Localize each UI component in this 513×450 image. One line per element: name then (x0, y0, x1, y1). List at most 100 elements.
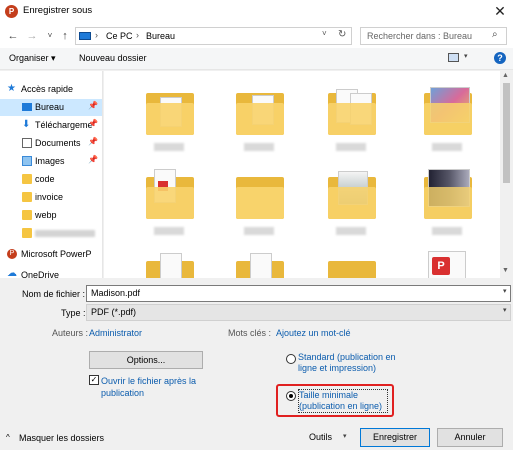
sidebar-item-documents[interactable]: Documents 📌 (0, 135, 102, 152)
tools-button[interactable]: Outils (309, 432, 332, 442)
download-icon: ⬇ (22, 119, 31, 130)
sidebar-item-label: Bureau (35, 102, 65, 112)
search-input[interactable]: Rechercher dans : Bureau ⌕ (360, 27, 507, 45)
open-after-publish-checkbox[interactable]: ✓ (89, 375, 99, 385)
scroll-down-icon[interactable]: ▼ (502, 267, 509, 274)
sidebar-item-label: webp (35, 210, 57, 220)
sidebar-item-images[interactable]: Images 📌 (0, 153, 102, 170)
back-arrow-icon[interactable]: ← (5, 28, 21, 44)
folder-icon (22, 192, 32, 202)
recent-locations-icon[interactable]: ˅ (42, 28, 58, 44)
sidebar-item-powerpoint[interactable]: P Microsoft PowerP (0, 246, 102, 263)
sidebar-item-label: Microsoft PowerP (21, 249, 92, 259)
hide-folders-button[interactable]: Masquer les dossiers (19, 433, 104, 443)
pdf-file-item[interactable]: P (418, 247, 478, 278)
forward-arrow-icon[interactable]: → (24, 28, 40, 44)
highlight-box (276, 384, 394, 417)
open-after-publish-label[interactable]: Ouvrir le fichier après la publication (101, 375, 211, 399)
type-label: Type : (61, 308, 86, 318)
sidebar-item-label: invoice (35, 192, 64, 202)
chevron-down-icon[interactable]: ▾ (464, 52, 468, 60)
chevron-down-icon[interactable]: ▾ (503, 306, 507, 314)
sidebar-item-label: Téléchargeme (35, 120, 93, 130)
sidebar-item-invoice[interactable]: invoice (0, 189, 102, 206)
radio-standard-label[interactable]: Standard (publication en ligne et impres… (298, 352, 398, 374)
chevron-up-icon[interactable]: ^ (6, 433, 10, 442)
pin-icon[interactable]: 📌 (88, 101, 98, 110)
folder-item[interactable] (140, 79, 200, 151)
sidebar-item-label: Accès rapide (21, 84, 74, 94)
desktop-icon (22, 103, 32, 111)
address-bar[interactable]: › Ce PC › Bureau ˅ ↻ (75, 27, 352, 45)
address-row: ← → ˅ ↑ › Ce PC › Bureau ˅ ↻ Rechercher … (0, 24, 513, 48)
cloud-icon: ☁ (7, 268, 17, 278)
sidebar-item-quick-access[interactable]: ★ Accès rapide (0, 81, 102, 98)
sidebar-item-bureau[interactable]: Bureau 📌 (0, 99, 102, 116)
new-folder-button[interactable]: Nouveau dossier (79, 53, 147, 63)
folder-item[interactable] (322, 79, 382, 151)
folder-item[interactable] (418, 79, 478, 151)
radio-standard[interactable] (286, 354, 296, 364)
scrollbar-thumb[interactable] (503, 83, 510, 183)
folder-item[interactable] (322, 247, 382, 278)
breadcrumb-this-pc[interactable]: Ce PC (106, 31, 133, 41)
folder-item[interactable] (230, 163, 290, 235)
folder-front (328, 187, 376, 219)
sidebar-item-webp[interactable]: webp (0, 207, 102, 224)
document-icon (160, 253, 182, 278)
chevron-right-icon[interactable]: › (136, 30, 139, 40)
up-arrow-icon[interactable]: ↑ (57, 28, 73, 44)
blurred-label (336, 143, 366, 151)
folder-item[interactable] (230, 79, 290, 151)
document-icon (22, 138, 32, 148)
folder-front (146, 187, 194, 219)
chevron-down-icon[interactable]: ˅ (322, 29, 327, 38)
file-type-select[interactable]: PDF (*.pdf) (86, 304, 511, 321)
star-icon: ★ (7, 83, 16, 94)
folder-item[interactable] (418, 163, 478, 235)
breadcrumb-bureau[interactable]: Bureau (146, 31, 175, 41)
chevron-down-icon[interactable]: ▾ (343, 432, 347, 440)
pdf-icon: P (432, 257, 450, 275)
chevron-down-icon[interactable]: ▾ (503, 287, 507, 295)
folder-icon (328, 261, 376, 278)
folder-front (424, 187, 472, 219)
pin-icon[interactable]: 📌 (88, 155, 98, 164)
computer-icon (79, 32, 91, 40)
command-toolbar: Organiser ▾ Nouveau dossier ▾ ? (0, 48, 513, 70)
options-button[interactable]: Options... (89, 351, 203, 369)
sidebar-item-code[interactable]: code (0, 171, 102, 188)
folder-item[interactable] (230, 247, 290, 278)
sidebar-item-label: Images (35, 156, 65, 166)
filename-field[interactable]: Madison.pdf (86, 285, 511, 302)
help-icon[interactable]: ? (494, 52, 506, 64)
view-options-icon[interactable] (448, 53, 459, 62)
sidebar-item-label: OneDrive (21, 270, 60, 278)
cancel-button[interactable]: Annuler (437, 428, 503, 447)
folder-icon (22, 228, 32, 238)
save-button[interactable]: Enregistrer (360, 428, 430, 447)
scroll-up-icon[interactable]: ▲ (502, 72, 509, 79)
folder-item[interactable] (140, 247, 200, 278)
pin-icon[interactable]: 📌 (88, 119, 98, 128)
folder-item[interactable] (140, 163, 200, 235)
refresh-icon[interactable]: ↻ (338, 29, 346, 40)
blurred-label (432, 227, 462, 235)
keywords-value[interactable]: Ajoutez un mot-clé (276, 328, 351, 338)
organise-button[interactable]: Organiser ▾ (9, 53, 56, 64)
folder-icon (22, 210, 32, 220)
authors-value[interactable]: Administrator (89, 328, 142, 338)
search-icon[interactable]: ⌕ (492, 29, 498, 40)
title-bar: P Enregistrer sous ✕ (0, 0, 513, 24)
sidebar-item-downloads[interactable]: ⬇ Téléchargeme 📌 (0, 117, 102, 134)
pin-icon[interactable]: 📌 (88, 137, 98, 146)
folder-item[interactable] (322, 163, 382, 235)
sidebar-item-blurred[interactable] (0, 225, 102, 242)
chevron-right-icon[interactable]: › (95, 30, 98, 40)
authors-label: Auteurs : (52, 328, 89, 338)
sidebar-item-onedrive[interactable]: ☁ OneDrive (0, 267, 102, 278)
blurred-label (35, 230, 95, 237)
close-icon[interactable]: ✕ (489, 1, 511, 21)
blurred-label (432, 143, 462, 151)
sidebar-item-label: code (35, 174, 55, 184)
